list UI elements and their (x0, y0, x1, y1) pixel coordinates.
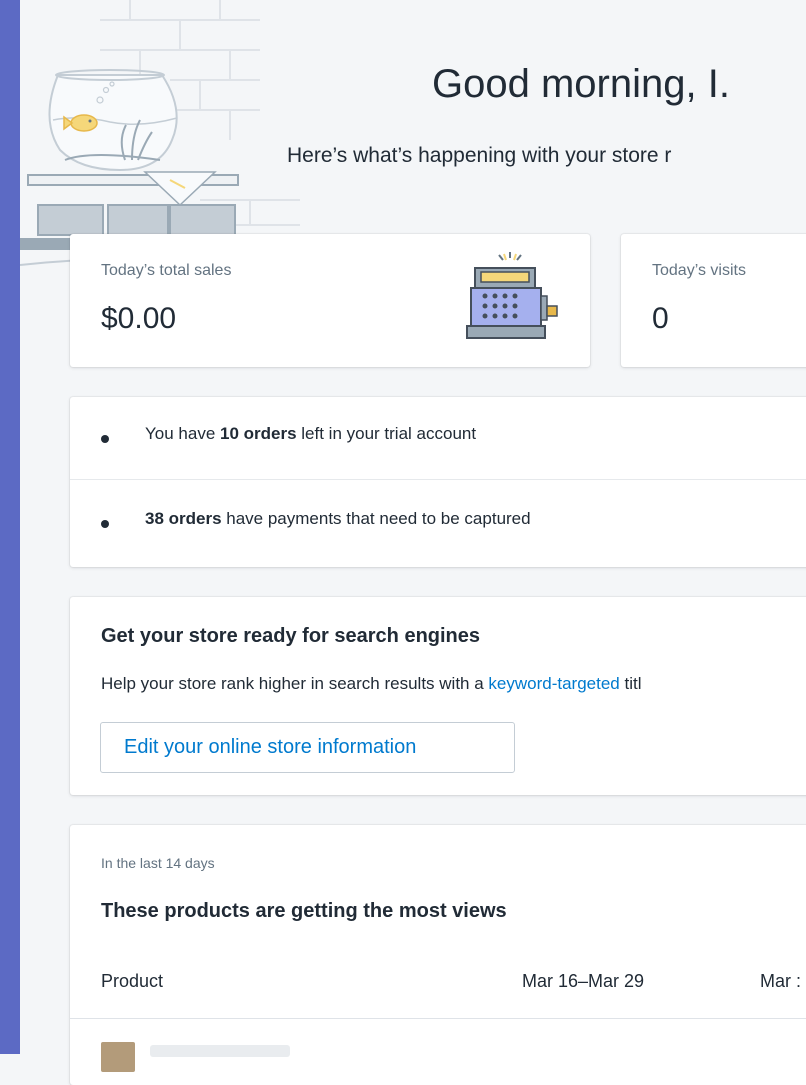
visits-value: 0 (652, 302, 669, 335)
bullet-icon (101, 520, 109, 528)
column-header-current-range: Mar 16–Mar 29 (522, 971, 645, 991)
edit-store-info-button[interactable]: Edit your online store information (100, 722, 515, 773)
seo-description: Help your store rank higher in search re… (101, 674, 642, 693)
notice-payments[interactable]: 38 orders have payments that need to be … (70, 482, 806, 567)
total-sales-label: Today’s total sales (101, 262, 232, 279)
total-sales-card[interactable]: Today’s total sales $0.00 (70, 234, 590, 367)
seo-card: Get your store ready for search engines … (70, 597, 806, 795)
greeting-subtitle: Here’s what’s happening with your store … (287, 144, 672, 167)
notice-text: 38 orders have payments that need to be … (145, 509, 531, 528)
product-name-placeholder[interactable] (150, 1045, 290, 1057)
notices-card: You have 10 orders left in your trial ac… (70, 397, 806, 567)
cash-register-icon (466, 252, 558, 339)
top-products-card: In the last 14 days These products are g… (70, 825, 806, 1085)
left-accent-bar (0, 0, 20, 1054)
keyword-targeted-link[interactable]: keyword-targeted (488, 674, 619, 693)
column-header-product: Product (101, 971, 164, 991)
visits-label: Today’s visits (652, 262, 746, 279)
table-divider (70, 1018, 806, 1019)
products-period: In the last 14 days (101, 855, 215, 871)
divider (70, 479, 806, 480)
product-thumbnail[interactable] (101, 1042, 135, 1072)
seo-title: Get your store ready for search engines (101, 625, 481, 647)
notice-trial-orders[interactable]: You have 10 orders left in your trial ac… (70, 397, 806, 482)
products-title: These products are getting the most view… (101, 900, 507, 922)
total-sales-value: $0.00 (101, 302, 177, 335)
greeting-heading: Good morning, I. (432, 62, 730, 106)
column-header-previous-range: Mar : (760, 971, 802, 991)
bullet-icon (101, 435, 109, 443)
visits-card[interactable]: Today’s visits 0 (621, 234, 806, 367)
notice-text: You have 10 orders left in your trial ac… (145, 424, 477, 443)
